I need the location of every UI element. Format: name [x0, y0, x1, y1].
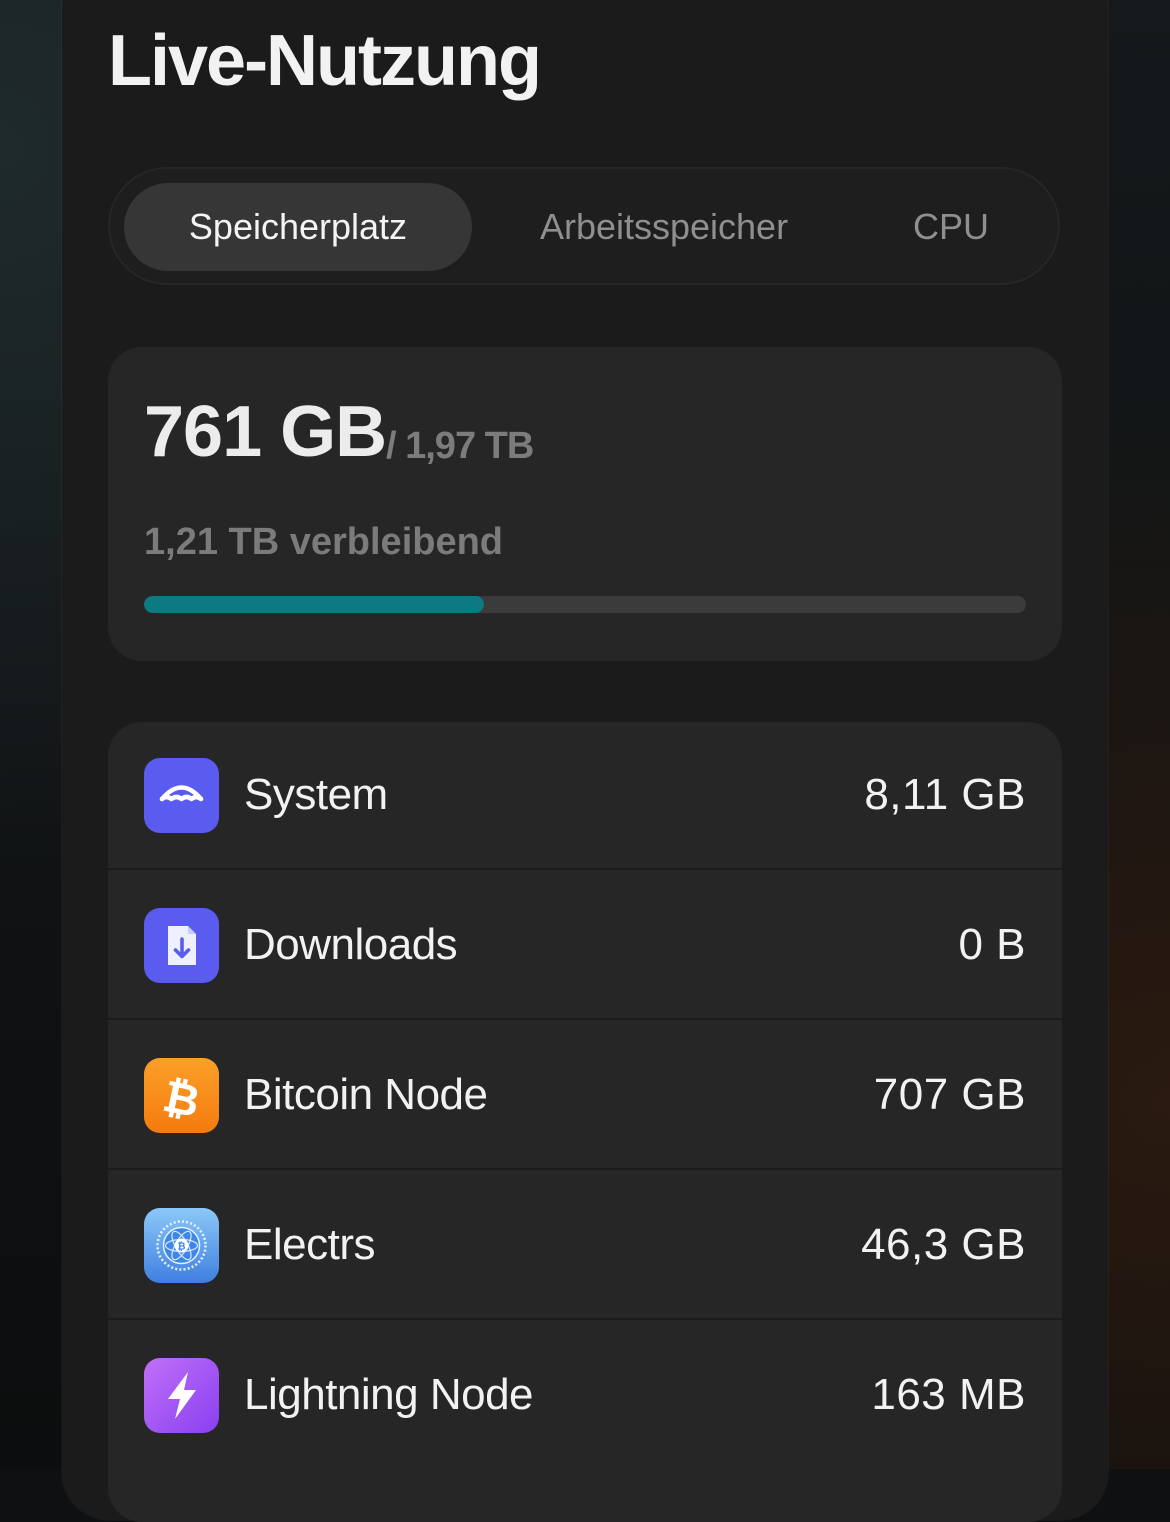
storage-total-value: / 1,97 TB: [386, 425, 533, 468]
svg-text:₿: ₿: [177, 1241, 185, 1253]
app-size: 163 MB: [871, 1370, 1026, 1420]
storage-progress-fill: [144, 596, 484, 613]
lightning-icon: [144, 1358, 219, 1433]
umbrella-icon: [144, 758, 219, 833]
page-title: Live-Nutzung: [108, 20, 540, 102]
app-name: Downloads: [244, 920, 457, 970]
list-item-bitcoin-node[interactable]: ₿ Bitcoin Node 707 GB: [108, 1022, 1062, 1170]
electrs-icon: ₿: [144, 1208, 219, 1283]
download-file-icon: [144, 908, 219, 983]
app-name: Electrs: [244, 1220, 375, 1270]
app-size: 46,3 GB: [861, 1220, 1026, 1270]
storage-summary-card: 761 GB / 1,97 TB 1,21 TB verbleibend: [108, 347, 1062, 661]
bitcoin-icon: ₿: [144, 1058, 219, 1133]
app-size: 0 B: [958, 920, 1026, 970]
app-size: 8,11 GB: [864, 770, 1026, 820]
app-name: System: [244, 770, 388, 820]
tab-cpu[interactable]: CPU: [868, 183, 1034, 271]
list-item-system[interactable]: System 8,11 GB: [108, 722, 1062, 870]
app-name: Bitcoin Node: [244, 1070, 487, 1120]
divider: [108, 1318, 1062, 1320]
list-item-lightning-node[interactable]: Lightning Node 163 MB: [108, 1322, 1062, 1470]
list-item-downloads[interactable]: Downloads 0 B: [108, 872, 1062, 1020]
divider: [108, 1168, 1062, 1170]
app-name: Lightning Node: [244, 1370, 533, 1420]
storage-remaining-text: 1,21 TB verbleibend: [144, 521, 503, 564]
tab-memory[interactable]: Arbeitsspeicher: [504, 183, 824, 271]
usage-tabs: Speicherplatz Arbeitsspeicher CPU: [108, 167, 1060, 285]
divider: [108, 868, 1062, 870]
app-storage-list: System 8,11 GB Downloads 0 B: [108, 722, 1062, 1522]
app-size: 707 GB: [874, 1070, 1026, 1120]
divider: [108, 1018, 1062, 1020]
list-item-electrs[interactable]: ₿ Electrs 46,3 GB: [108, 1172, 1062, 1320]
tab-storage[interactable]: Speicherplatz: [124, 183, 472, 271]
storage-progress-bar: [144, 596, 1026, 613]
storage-used-value: 761 GB: [144, 391, 386, 473]
